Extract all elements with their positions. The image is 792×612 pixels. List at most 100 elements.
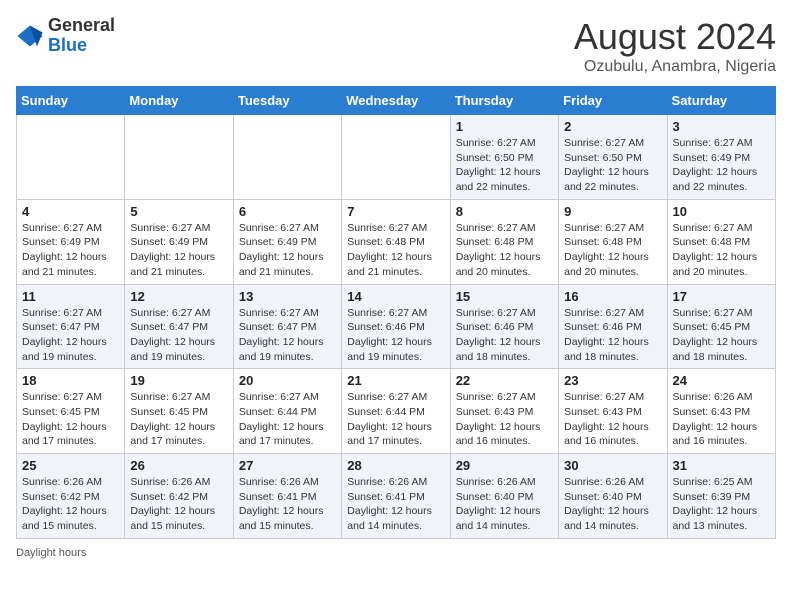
day-of-week-header: Sunday bbox=[17, 87, 125, 115]
day-of-week-header: Saturday bbox=[667, 87, 775, 115]
calendar-cell: 14 Sunrise: 6:27 AMSunset: 6:46 PMDayligh… bbox=[342, 284, 450, 369]
calendar-cell: 25Sunrise: 6:26 AMSunset: 6:42 PMDayligh… bbox=[17, 454, 125, 539]
day-number: 31 bbox=[673, 458, 770, 473]
day-number: 2 bbox=[564, 119, 661, 134]
calendar-cell: 27 Sunrise: 6:26 AMSunset: 6:41 PMDayligh… bbox=[233, 454, 341, 539]
logo-icon bbox=[16, 22, 44, 50]
day-number: 16 bbox=[564, 289, 661, 304]
calendar-week-row: 25 Sunrise: 6:26 AMSunset: 6:42 PMDayligh… bbox=[17, 454, 776, 539]
calendar-cell: 18 Sunrise: 6:27 AMSunset: 6:45 PMDayligh… bbox=[17, 369, 125, 454]
day-number: 9 bbox=[564, 204, 661, 219]
day-info: Sunrise: 6:26 AMSunset: 6:43 PMDaylight:… bbox=[673, 390, 770, 449]
day-info: Sunrise: 6:27 AMSunset: 6:47 PMDaylight:… bbox=[130, 306, 227, 365]
calendar-cell: 29Sunrise: 6:26 AMSunset: 6:40 PMDayligh… bbox=[450, 454, 558, 539]
day-info: Sunrise: 6:27 AMSunset: 6:44 PMDaylight:… bbox=[239, 390, 336, 449]
calendar-cell bbox=[233, 115, 341, 200]
calendar-cell bbox=[342, 115, 450, 200]
day-info: Sunrise: 6:27 AMSunset: 6:45 PMDaylight:… bbox=[22, 390, 119, 449]
header: General Blue August 2024 Ozubulu, Anambr… bbox=[16, 16, 776, 76]
day-of-week-header: Wednesday bbox=[342, 87, 450, 115]
calendar-cell: 28Sunrise: 6:26 AMSunset: 6:41 PMDayligh… bbox=[342, 454, 450, 539]
day-number: 23 bbox=[564, 373, 661, 388]
calendar-week-row: 4 Sunrise: 6:27 AMSunset: 6:49 PMDaylight… bbox=[17, 199, 776, 284]
calendar-cell: 17Sunrise: 6:27 AMSunset: 6:45 PMDayligh… bbox=[667, 284, 775, 369]
day-number: 13 bbox=[239, 289, 336, 304]
calendar-cell: 15 Sunrise: 6:27 AMSunset: 6:46 PMDayligh… bbox=[450, 284, 558, 369]
day-number: 3 bbox=[673, 119, 770, 134]
calendar-cell bbox=[125, 115, 233, 200]
day-info: Sunrise: 6:27 AMSunset: 6:45 PMDaylight:… bbox=[130, 390, 227, 449]
calendar-cell: 12 Sunrise: 6:27 AMSunset: 6:47 PMDayligh… bbox=[125, 284, 233, 369]
day-of-week-header: Friday bbox=[559, 87, 667, 115]
day-number: 20 bbox=[239, 373, 336, 388]
calendar-cell: 26 Sunrise: 6:26 AMSunset: 6:42 PMDayligh… bbox=[125, 454, 233, 539]
calendar-cell: 1 Sunrise: 6:27 AMSunset: 6:50 PMDaylight… bbox=[450, 115, 558, 200]
title-area: August 2024 Ozubulu, Anambra, Nigeria bbox=[574, 16, 776, 76]
day-info: Sunrise: 6:27 AMSunset: 6:49 PMDaylight:… bbox=[673, 136, 770, 195]
day-number: 27 bbox=[239, 458, 336, 473]
day-number: 4 bbox=[22, 204, 119, 219]
day-number: 21 bbox=[347, 373, 444, 388]
day-info: Sunrise: 6:26 AMSunset: 6:41 PMDaylight:… bbox=[239, 475, 336, 534]
day-number: 1 bbox=[456, 119, 553, 134]
day-number: 26 bbox=[130, 458, 227, 473]
day-info: Sunrise: 6:27 AMSunset: 6:48 PMDaylight:… bbox=[564, 221, 661, 280]
day-info: Sunrise: 6:27 AMSunset: 6:47 PMDaylight:… bbox=[22, 306, 119, 365]
days-of-week-row: SundayMondayTuesdayWednesdayThursdayFrid… bbox=[17, 87, 776, 115]
calendar-table: SundayMondayTuesdayWednesdayThursdayFrid… bbox=[16, 86, 776, 539]
calendar-week-row: 11Sunrise: 6:27 AMSunset: 6:47 PMDayligh… bbox=[17, 284, 776, 369]
daylight-label: Daylight hours bbox=[16, 547, 86, 559]
day-info: Sunrise: 6:27 AMSunset: 6:48 PMDaylight:… bbox=[347, 221, 444, 280]
calendar-cell: 20 Sunrise: 6:27 AMSunset: 6:44 PMDayligh… bbox=[233, 369, 341, 454]
calendar-cell: 10Sunrise: 6:27 AMSunset: 6:48 PMDayligh… bbox=[667, 199, 775, 284]
calendar-cell: 23 Sunrise: 6:27 AMSunset: 6:43 PMDayligh… bbox=[559, 369, 667, 454]
day-info: Sunrise: 6:27 AMSunset: 6:45 PMDaylight:… bbox=[673, 306, 770, 365]
day-number: 24 bbox=[673, 373, 770, 388]
calendar-cell: 24 Sunrise: 6:26 AMSunset: 6:43 PMDayligh… bbox=[667, 369, 775, 454]
day-info: Sunrise: 6:25 AMSunset: 6:39 PMDaylight:… bbox=[673, 475, 770, 534]
logo-general-text: General bbox=[48, 15, 115, 35]
day-info: Sunrise: 6:26 AMSunset: 6:40 PMDaylight:… bbox=[564, 475, 661, 534]
calendar-cell: 7 Sunrise: 6:27 AMSunset: 6:48 PMDaylight… bbox=[342, 199, 450, 284]
day-info: Sunrise: 6:26 AMSunset: 6:42 PMDaylight:… bbox=[130, 475, 227, 534]
logo: General Blue bbox=[16, 16, 115, 56]
day-info: Sunrise: 6:27 AMSunset: 6:48 PMDaylight:… bbox=[456, 221, 553, 280]
logo-blue-text: Blue bbox=[48, 35, 87, 55]
day-info: Sunrise: 6:27 AMSunset: 6:49 PMDaylight:… bbox=[130, 221, 227, 280]
calendar-cell: 16 Sunrise: 6:27 AMSunset: 6:46 PMDayligh… bbox=[559, 284, 667, 369]
calendar-cell: 3 Sunrise: 6:27 AMSunset: 6:49 PMDaylight… bbox=[667, 115, 775, 200]
day-number: 30 bbox=[564, 458, 661, 473]
calendar-cell: 30 Sunrise: 6:26 AMSunset: 6:40 PMDayligh… bbox=[559, 454, 667, 539]
day-info: Sunrise: 6:27 AMSunset: 6:50 PMDaylight:… bbox=[456, 136, 553, 195]
day-number: 14 bbox=[347, 289, 444, 304]
calendar-cell bbox=[17, 115, 125, 200]
day-info: Sunrise: 6:27 AMSunset: 6:46 PMDaylight:… bbox=[564, 306, 661, 365]
calendar-cell: 5 Sunrise: 6:27 AMSunset: 6:49 PMDaylight… bbox=[125, 199, 233, 284]
day-number: 7 bbox=[347, 204, 444, 219]
day-info: Sunrise: 6:27 AMSunset: 6:48 PMDaylight:… bbox=[673, 221, 770, 280]
day-number: 18 bbox=[22, 373, 119, 388]
day-number: 15 bbox=[456, 289, 553, 304]
day-number: 25 bbox=[22, 458, 119, 473]
day-info: Sunrise: 6:27 AMSunset: 6:46 PMDaylight:… bbox=[456, 306, 553, 365]
day-info: Sunrise: 6:27 AMSunset: 6:50 PMDaylight:… bbox=[564, 136, 661, 195]
calendar-week-row: 1 Sunrise: 6:27 AMSunset: 6:50 PMDaylight… bbox=[17, 115, 776, 200]
day-info: Sunrise: 6:27 AMSunset: 6:49 PMDaylight:… bbox=[239, 221, 336, 280]
day-number: 5 bbox=[130, 204, 227, 219]
calendar-cell: 22Sunrise: 6:27 AMSunset: 6:43 PMDayligh… bbox=[450, 369, 558, 454]
calendar-cell: 31 Sunrise: 6:25 AMSunset: 6:39 PMDayligh… bbox=[667, 454, 775, 539]
calendar-cell: 8Sunrise: 6:27 AMSunset: 6:48 PMDaylight… bbox=[450, 199, 558, 284]
calendar-cell: 2 Sunrise: 6:27 AMSunset: 6:50 PMDaylight… bbox=[559, 115, 667, 200]
day-number: 29 bbox=[456, 458, 553, 473]
calendar-cell: 6Sunrise: 6:27 AMSunset: 6:49 PMDaylight… bbox=[233, 199, 341, 284]
day-of-week-header: Monday bbox=[125, 87, 233, 115]
day-info: Sunrise: 6:26 AMSunset: 6:41 PMDaylight:… bbox=[347, 475, 444, 534]
calendar-cell: 11Sunrise: 6:27 AMSunset: 6:47 PMDayligh… bbox=[17, 284, 125, 369]
day-number: 12 bbox=[130, 289, 227, 304]
calendar-cell: 19Sunrise: 6:27 AMSunset: 6:45 PMDayligh… bbox=[125, 369, 233, 454]
calendar-cell: 4Sunrise: 6:27 AMSunset: 6:49 PMDaylight… bbox=[17, 199, 125, 284]
calendar-cell: 21Sunrise: 6:27 AMSunset: 6:44 PMDayligh… bbox=[342, 369, 450, 454]
day-info: Sunrise: 6:27 AMSunset: 6:43 PMDaylight:… bbox=[564, 390, 661, 449]
day-of-week-header: Thursday bbox=[450, 87, 558, 115]
day-info: Sunrise: 6:27 AMSunset: 6:46 PMDaylight:… bbox=[347, 306, 444, 365]
